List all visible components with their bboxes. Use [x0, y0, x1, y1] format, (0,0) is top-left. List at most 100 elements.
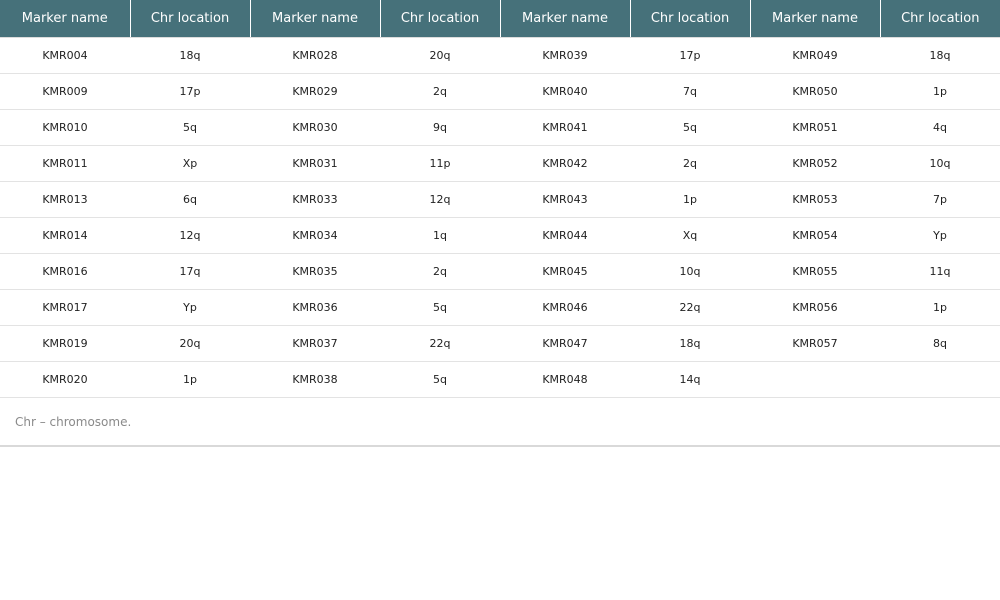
marker-name-cell: KMR010: [0, 109, 130, 146]
marker-name-cell: KMR019: [0, 325, 130, 362]
marker-name-cell: KMR013: [0, 181, 130, 218]
marker-name-cell: KMR045: [500, 253, 630, 290]
chr-location-cell: [880, 361, 1000, 398]
chr-location-cell: 2q: [380, 73, 500, 110]
chr-location-cell: 20q: [380, 37, 500, 74]
marker-name-cell: KMR036: [250, 289, 380, 326]
chr-location-cell: 12q: [380, 181, 500, 218]
marker-name-cell: KMR046: [500, 289, 630, 326]
chr-location-cell: 5q: [380, 361, 500, 398]
marker-name-cell: KMR052: [750, 145, 880, 182]
chr-location-cell: Yp: [880, 217, 1000, 254]
column-header-marker-name: Marker name: [500, 0, 631, 38]
chr-location-cell: 1q: [380, 217, 500, 254]
marker-name-cell: KMR050: [750, 73, 880, 110]
chr-location-cell: 7q: [630, 73, 750, 110]
marker-name-cell: KMR016: [0, 253, 130, 290]
chr-location-cell: 17p: [130, 73, 250, 110]
marker-name-cell: KMR029: [250, 73, 380, 110]
chr-location-cell: 5q: [380, 289, 500, 326]
chr-location-cell: 7p: [880, 181, 1000, 218]
marker-name-cell: KMR034: [250, 217, 380, 254]
marker-name-cell: KMR035: [250, 253, 380, 290]
table-row: KMR004 18q KMR028 20q KMR039 17p KMR049 18q: [0, 37, 1000, 74]
chr-location-cell: 5q: [130, 109, 250, 146]
chr-location-cell: 9q: [380, 109, 500, 146]
column-header-chr-location: Chr location: [630, 0, 751, 38]
chr-location-cell: 11q: [880, 253, 1000, 290]
chr-location-cell: 5q: [630, 109, 750, 146]
chr-location-cell: 6q: [130, 181, 250, 218]
marker-name-cell: KMR043: [500, 181, 630, 218]
marker-name-cell: KMR056: [750, 289, 880, 326]
table-row: KMR020 1p KMR038 5q KMR048 14q: [0, 361, 1000, 398]
marker-name-cell: KMR017: [0, 289, 130, 326]
marker-name-cell: KMR039: [500, 37, 630, 74]
marker-name-cell: KMR028: [250, 37, 380, 74]
chr-location-cell: Xp: [130, 145, 250, 182]
chr-location-cell: 1p: [880, 289, 1000, 326]
chr-location-cell: 18q: [130, 37, 250, 74]
column-header-marker-name: Marker name: [250, 0, 381, 38]
chr-location-cell: 1p: [130, 361, 250, 398]
column-header-marker-name: Marker name: [0, 0, 131, 38]
table-row: KMR009 17p KMR029 2q KMR040 7q KMR050 1p: [0, 73, 1000, 110]
chr-location-cell: 10q: [880, 145, 1000, 182]
column-header-chr-location: Chr location: [130, 0, 251, 38]
marker-name-cell: KMR033: [250, 181, 380, 218]
marker-name-cell: KMR037: [250, 325, 380, 362]
chr-location-cell: Xq: [630, 217, 750, 254]
table-footnote: Chr – chromosome.: [15, 415, 132, 429]
marker-name-cell: KMR044: [500, 217, 630, 254]
marker-name-cell: KMR049: [750, 37, 880, 74]
table-row: KMR011 Xp KMR031 11p KMR042 2q KMR052 10q: [0, 145, 1000, 182]
chr-location-cell: 22q: [380, 325, 500, 362]
marker-name-cell: KMR004: [0, 37, 130, 74]
marker-name-cell: KMR054: [750, 217, 880, 254]
chr-location-cell: 14q: [630, 361, 750, 398]
chr-location-cell: 20q: [130, 325, 250, 362]
marker-name-cell: KMR009: [0, 73, 130, 110]
marker-name-cell: KMR047: [500, 325, 630, 362]
marker-name-cell: KMR057: [750, 325, 880, 362]
table-body: KMR004 18q KMR028 20q KMR039 17p KMR049 18q KMR0…: [0, 37, 1000, 398]
marker-name-cell: [750, 361, 880, 398]
marker-name-cell: KMR042: [500, 145, 630, 182]
chr-location-cell: 17p: [630, 37, 750, 74]
marker-name-cell: KMR011: [0, 145, 130, 182]
table-row: KMR019 20q KMR037 22q KMR047 18q KMR057 8q: [0, 325, 1000, 362]
chr-location-cell: 2q: [380, 253, 500, 290]
marker-name-cell: KMR038: [250, 361, 380, 398]
chr-location-cell: 11p: [380, 145, 500, 182]
marker-table-container: Marker name Chr location Marker name Chr lo…: [0, 0, 1000, 447]
marker-name-cell: KMR014: [0, 217, 130, 254]
table-row: KMR016 17q KMR035 2q KMR045 10q KMR055 11q: [0, 253, 1000, 290]
marker-name-cell: KMR055: [750, 253, 880, 290]
marker-name-cell: KMR030: [250, 109, 380, 146]
marker-name-cell: KMR041: [500, 109, 630, 146]
column-header-chr-location: Chr location: [880, 0, 1000, 38]
column-header-chr-location: Chr location: [380, 0, 501, 38]
marker-name-cell: KMR040: [500, 73, 630, 110]
chr-location-cell: 17q: [130, 253, 250, 290]
table-row: KMR017 Yp KMR036 5q KMR046 22q KMR056 1p: [0, 289, 1000, 326]
marker-name-cell: KMR020: [0, 361, 130, 398]
chr-location-cell: 12q: [130, 217, 250, 254]
marker-name-cell: KMR048: [500, 361, 630, 398]
marker-table: Marker name Chr location Marker name Chr lo…: [0, 0, 1000, 398]
header-row: Marker name Chr location Marker name Chr lo…: [0, 0, 1000, 38]
chr-location-cell: 18q: [630, 325, 750, 362]
chr-location-cell: 1p: [880, 73, 1000, 110]
chr-location-cell: Yp: [130, 289, 250, 326]
marker-name-cell: KMR031: [250, 145, 380, 182]
chr-location-cell: 4q: [880, 109, 1000, 146]
chr-location-cell: 1p: [630, 181, 750, 218]
table-header: Marker name Chr location Marker name Chr lo…: [0, 0, 1000, 38]
chr-location-cell: 2q: [630, 145, 750, 182]
column-header-marker-name: Marker name: [750, 0, 881, 38]
marker-name-cell: KMR053: [750, 181, 880, 218]
chr-location-cell: 22q: [630, 289, 750, 326]
marker-name-cell: KMR051: [750, 109, 880, 146]
chr-location-cell: 8q: [880, 325, 1000, 362]
table-row: KMR014 12q KMR034 1q KMR044 Xq KMR054 Yp: [0, 217, 1000, 254]
